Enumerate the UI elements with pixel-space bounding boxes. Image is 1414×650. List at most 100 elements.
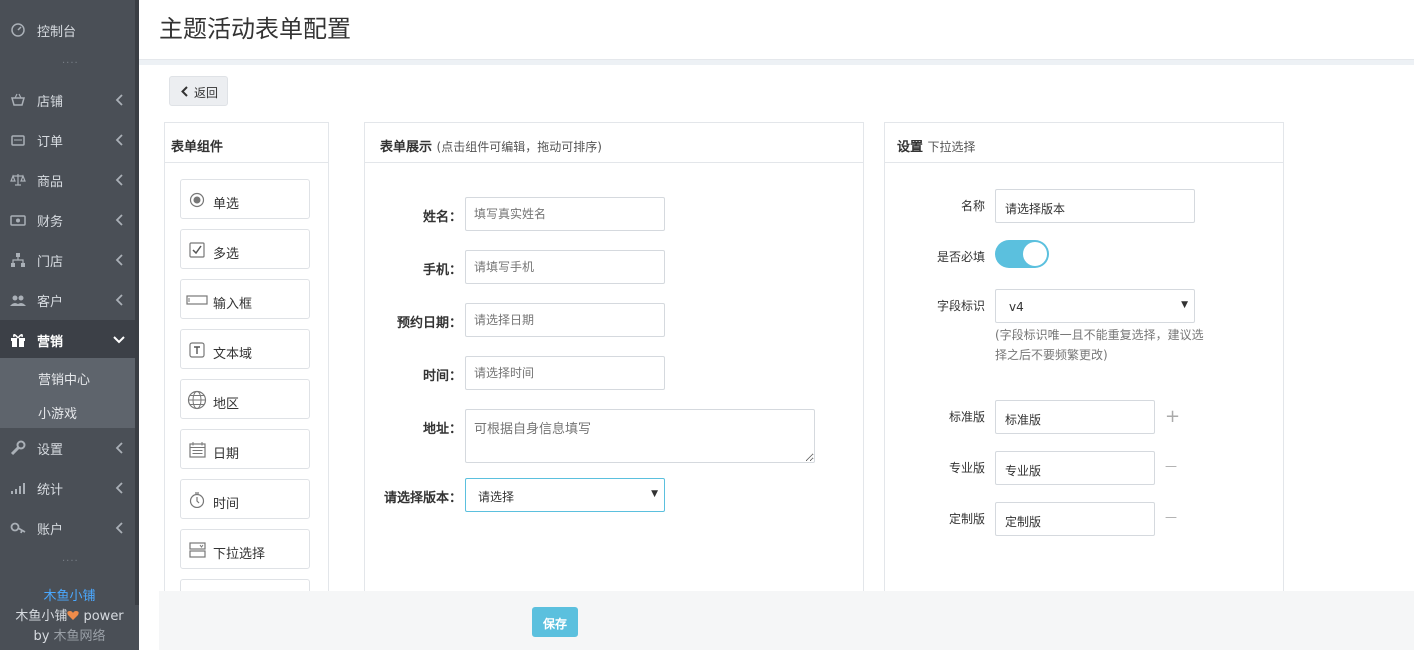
setting-name-input[interactable]: 请选择版本 <box>995 189 1195 223</box>
chevron-left-icon <box>115 254 123 266</box>
settings-panel-title: 设置 下拉选择 <box>897 136 976 155</box>
radio-icon <box>189 192 205 208</box>
component-region[interactable]: 地区 <box>180 379 310 419</box>
sidebar-item-label: 设置 <box>37 443 64 458</box>
chevron-left-icon <box>115 174 123 186</box>
brand-name: 木鱼小铺 <box>0 585 139 604</box>
sidebar-item-marketing[interactable]: 营销 <box>0 320 135 360</box>
key-icon <box>10 522 26 534</box>
date-input[interactable] <box>465 303 665 337</box>
sidebar-item-label: 营销 <box>37 335 64 350</box>
phone-input[interactable] <box>465 250 665 284</box>
form-panel-title-text: 表单展示 <box>380 140 433 155</box>
components-panel: 表单组件 单选 多选 输入框 文本域 地区 日期 时间 下拉选择 <box>164 122 329 592</box>
submenu-item-marketing-center[interactable]: 营销中心 <box>38 369 90 388</box>
remove-option-button[interactable]: — <box>1165 510 1177 524</box>
dashboard-icon <box>11 23 25 37</box>
setting-name-value: 请选择版本 <box>1005 202 1066 216</box>
component-textarea[interactable]: 文本域 <box>180 329 310 369</box>
name-input[interactable] <box>465 197 665 231</box>
setting-label-name: 名称 <box>960 199 985 213</box>
option-input-custom[interactable]: 定制版 <box>995 502 1155 536</box>
version-select-value: 请选择 <box>478 490 515 504</box>
brand-power: 木鱼小铺 power <box>0 605 139 624</box>
chevron-left-icon <box>115 134 123 146</box>
chevron-left-icon <box>115 294 123 306</box>
save-button[interactable]: 保存 <box>532 607 578 637</box>
sidebar-item-dashboard[interactable]: 控制台 <box>0 10 135 50</box>
field-id-select[interactable]: v4 ▼ <box>995 289 1195 323</box>
back-button[interactable]: 返回 <box>169 76 228 106</box>
component-input[interactable]: 输入框 <box>180 279 310 319</box>
sidebar-item-stats[interactable]: 统计 <box>0 468 135 508</box>
component-label: 多选 <box>213 247 240 262</box>
sidebar-item-products[interactable]: 商品 <box>0 160 135 200</box>
remove-option-button[interactable]: — <box>1165 459 1177 473</box>
form-panel-subtitle: (点击组件可编辑，拖动可排序) <box>436 140 602 154</box>
version-select[interactable]: 请选择 ▼ <box>465 478 665 512</box>
form-panel-header: 表单展示 (点击组件可编辑，拖动可排序) <box>365 123 863 163</box>
checkbox-icon <box>189 242 205 258</box>
component-label: 地区 <box>213 397 240 412</box>
sidebar-item-label: 商品 <box>37 175 64 190</box>
component-label: 输入框 <box>213 297 253 312</box>
component-date[interactable]: 日期 <box>180 429 310 469</box>
calendar-icon <box>189 442 206 458</box>
chevron-down-icon <box>113 336 125 344</box>
sidebar-item-label: 订单 <box>37 135 64 150</box>
wrench-icon <box>10 440 26 456</box>
component-radio[interactable]: 单选 <box>180 179 310 219</box>
sidebar-item-label: 统计 <box>37 483 64 498</box>
sidebar-divider: ···· <box>62 556 79 567</box>
sidebar-item-store[interactable]: 店铺 <box>0 80 135 120</box>
component-checkbox[interactable]: 多选 <box>180 229 310 269</box>
sidebar-item-label: 客户 <box>37 295 64 310</box>
page-header: 主题活动表单配置 <box>139 0 1414 60</box>
option-input-pro[interactable]: 专业版 <box>995 451 1155 485</box>
marketing-submenu: 营销中心 小游戏 <box>0 358 135 428</box>
address-textarea[interactable] <box>465 409 815 463</box>
option-label-standard: 标准版 <box>948 410 985 424</box>
field-label-name: 姓名： <box>422 210 462 225</box>
caret-down-icon: ▼ <box>651 489 658 499</box>
component-time[interactable]: 时间 <box>180 479 310 519</box>
brand-company[interactable]: 木鱼网络 <box>54 629 106 644</box>
brand-by: by 木鱼网络 <box>0 625 139 644</box>
sidebar-item-customers[interactable]: 客户 <box>0 280 135 320</box>
chevron-left-icon <box>181 86 188 97</box>
sidebar-item-label: 财务 <box>37 215 64 230</box>
option-label-custom: 定制版 <box>948 512 985 526</box>
sidebar-item-branches[interactable]: 门店 <box>0 240 135 280</box>
heart-icon <box>67 611 80 620</box>
chevron-left-icon <box>115 522 123 534</box>
store-icon <box>11 93 25 106</box>
brand-power-suffix: power <box>79 609 124 624</box>
chevron-left-icon <box>115 94 123 106</box>
option-value: 定制版 <box>1005 515 1042 529</box>
footer-bar <box>159 591 1414 650</box>
brand-link[interactable]: 木鱼小铺 <box>43 589 95 604</box>
form-panel-title: 表单展示 (点击组件可编辑，拖动可排序) <box>380 136 602 155</box>
gift-icon <box>11 334 25 347</box>
input-icon <box>186 295 208 305</box>
time-input[interactable] <box>465 356 665 390</box>
caret-down-icon: ▼ <box>1181 300 1188 310</box>
required-toggle[interactable] <box>995 240 1049 268</box>
scale-icon <box>10 174 26 186</box>
sidebar-item-settings[interactable]: 设置 <box>0 428 135 468</box>
page-title: 主题活动表单配置 <box>159 15 351 43</box>
sidebar-item-finance[interactable]: 财务 <box>0 200 135 240</box>
sidebar-item-label: 账户 <box>37 523 64 538</box>
field-label-phone: 手机： <box>422 263 462 278</box>
option-input-standard[interactable]: 标准版 <box>995 400 1155 434</box>
submenu-item-mini-games[interactable]: 小游戏 <box>38 403 77 422</box>
component-dropdown[interactable]: 下拉选择 <box>180 529 310 569</box>
textarea-icon <box>189 342 205 358</box>
order-icon <box>11 135 25 146</box>
sidebar-item-orders[interactable]: 订单 <box>0 120 135 160</box>
brand-power-prefix: 木鱼小铺 <box>15 609 68 624</box>
add-option-button[interactable]: + <box>1165 407 1180 427</box>
option-value: 标准版 <box>1005 413 1042 427</box>
sidebar-item-account[interactable]: 账户 <box>0 508 135 548</box>
chevron-left-icon <box>115 482 123 494</box>
